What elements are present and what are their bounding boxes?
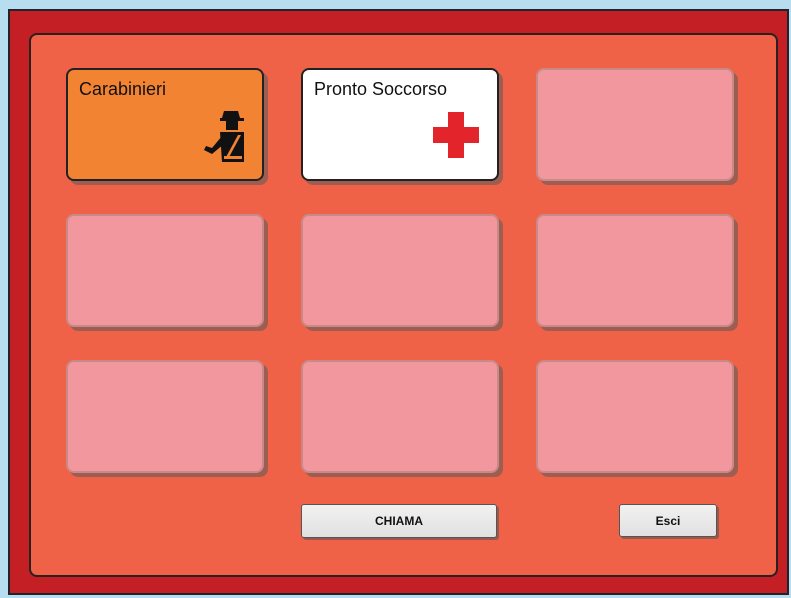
tile-label-carabinieri: Carabinieri (79, 79, 167, 99)
tile-empty-6[interactable] (536, 214, 734, 327)
tile-empty-8[interactable] (301, 360, 499, 473)
carabiniere-icon (200, 108, 248, 169)
tile-empty-3[interactable] (536, 68, 734, 181)
tile-empty-5[interactable] (301, 214, 499, 327)
tile-carabinieri[interactable]: Carabinieri (66, 68, 264, 181)
call-button[interactable]: CHIAMA (301, 504, 497, 538)
tile-pronto-soccorso[interactable]: Pronto Soccorso (301, 68, 499, 181)
red-cross-icon (433, 112, 479, 163)
tile-empty-9[interactable] (536, 360, 734, 473)
tile-empty-4[interactable] (66, 214, 264, 327)
tile-label-pronto-soccorso: Pronto Soccorso (314, 79, 448, 99)
exit-button[interactable]: Esci (619, 504, 717, 537)
app-screen: Carabinieri Pronto Soccorso CHIAMA Esci (0, 0, 791, 598)
tile-empty-7[interactable] (66, 360, 264, 473)
